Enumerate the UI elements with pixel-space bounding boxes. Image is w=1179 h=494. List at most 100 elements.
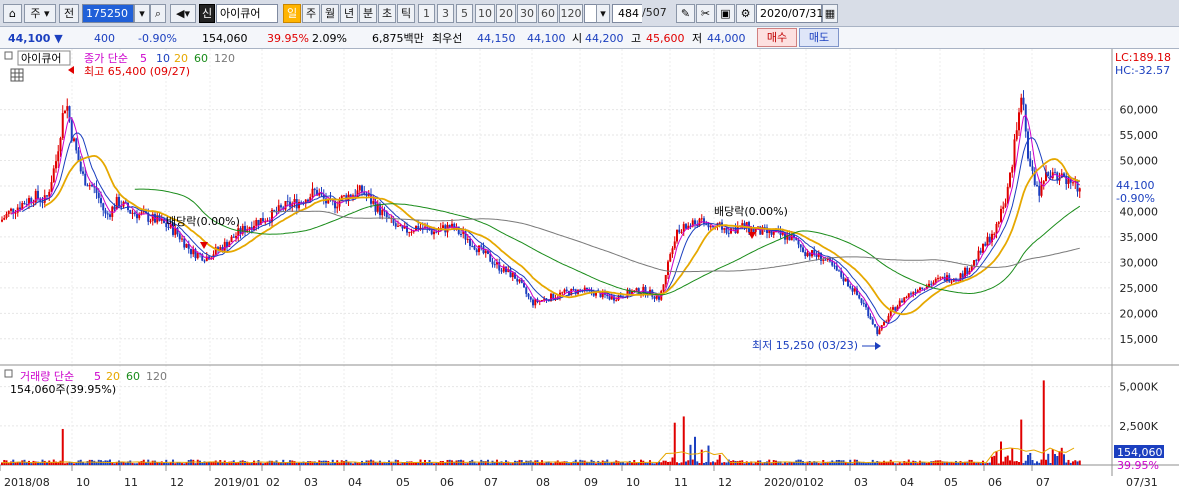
volume-bar: [437, 462, 440, 465]
volume-bar: [781, 463, 784, 465]
tab-tick[interactable]: 틱: [397, 4, 415, 23]
volume-bar: [1047, 453, 1050, 465]
save-icon[interactable]: ▣: [716, 4, 735, 23]
stock-chart[interactable]: 60,00055,00050,00045,00040,00035,00030,0…: [0, 49, 1179, 494]
candle-body: [673, 241, 676, 249]
volume-bar: [948, 462, 951, 465]
volume-bar: [379, 460, 381, 465]
chart-menu-icon[interactable]: ⌂: [3, 4, 22, 23]
volume-bar: [903, 461, 906, 465]
low-label: 저: [692, 32, 703, 45]
tab-month[interactable]: 월: [321, 4, 339, 23]
x-tick-label: 05: [944, 476, 958, 489]
x-tick-label: 2020/01: [764, 476, 810, 489]
tab-minute[interactable]: 분: [359, 4, 377, 23]
candle-body: [500, 270, 503, 272]
volume-bar: [1000, 441, 1002, 465]
tab-year[interactable]: 년: [340, 4, 358, 23]
candle-body: [961, 273, 964, 278]
volume-bar: [714, 462, 717, 465]
tab-second[interactable]: 초: [378, 4, 396, 23]
interval-3[interactable]: 3: [437, 4, 454, 23]
date-input[interactable]: 2020/07/31: [756, 4, 823, 23]
stock-name-field[interactable]: 아이큐어: [216, 4, 278, 23]
tab-day[interactable]: 일: [283, 4, 301, 23]
x-tick-label: 06: [988, 476, 1002, 489]
candle-body: [790, 235, 793, 241]
draw-tool-icon[interactable]: ✎: [676, 4, 695, 23]
count-current-input[interactable]: 484: [612, 4, 642, 23]
interval-5[interactable]: 5: [456, 4, 473, 23]
x-tick-label: 12: [170, 476, 184, 489]
volume-bar: [691, 459, 694, 465]
period-select[interactable]: 주 ▾: [24, 4, 56, 23]
volume-bar: [39, 462, 42, 465]
calendar-icon[interactable]: ▦: [822, 4, 838, 23]
scissors-icon[interactable]: ✂: [696, 4, 715, 23]
interval-60[interactable]: 60: [538, 4, 558, 23]
grid-toggle-icon[interactable]: [10, 68, 24, 82]
candle-body: [635, 288, 638, 291]
price-change: 400: [94, 32, 115, 45]
interval-120[interactable]: 120: [559, 4, 583, 23]
candle-body: [280, 205, 282, 208]
speaker-icon[interactable]: ◀▾: [170, 4, 196, 23]
candle-body: [772, 231, 775, 235]
candle-body: [14, 212, 17, 214]
volume-bar: [761, 463, 764, 465]
volume-bar: [466, 463, 469, 465]
candle-body: [806, 252, 809, 257]
stock-code-input[interactable]: 175250: [82, 4, 134, 23]
period-label: 주: [30, 7, 41, 20]
volume-bar: [802, 461, 804, 465]
interval-10[interactable]: 10: [475, 4, 495, 23]
candle-body: [669, 254, 672, 262]
buy-button[interactable]: 매수: [757, 28, 797, 47]
interval-30[interactable]: 30: [517, 4, 537, 23]
volume-bar: [151, 460, 154, 465]
candle-body: [394, 223, 397, 227]
volume-bar: [559, 462, 561, 465]
jeon-button[interactable]: 전: [59, 4, 79, 23]
volume-bar: [1027, 454, 1029, 465]
interval-20[interactable]: 20: [496, 4, 516, 23]
candle-body: [19, 207, 21, 210]
x-tick-label: 03: [304, 476, 318, 489]
best-quote-label: 최우선: [432, 32, 463, 45]
gear-icon[interactable]: ⚙: [736, 4, 755, 23]
candle-body: [430, 230, 433, 235]
candle-body: [1004, 203, 1007, 207]
volume-bar: [685, 461, 687, 465]
candle-body: [1009, 172, 1011, 187]
volume-bar: [14, 462, 17, 465]
volume-bar: [997, 463, 1000, 465]
candle-body: [491, 261, 494, 265]
volume-bar: [1067, 459, 1070, 465]
tab-week[interactable]: 주: [302, 4, 320, 23]
code-dropdown-icon[interactable]: ▾: [134, 4, 150, 23]
candle-body: [802, 247, 804, 252]
volume-bar: [178, 462, 181, 465]
sell-button[interactable]: 매도: [799, 28, 839, 47]
candle-body: [678, 229, 681, 233]
volume-bar: [889, 459, 892, 465]
volume-bar: [194, 463, 197, 465]
volume-bar: [930, 461, 933, 465]
x-tick-label: 03: [854, 476, 868, 489]
volume-bar: [1009, 460, 1011, 465]
candle-body: [844, 278, 847, 282]
interval-1[interactable]: 1: [418, 4, 435, 23]
last-volume-ratio: 39.95%: [1117, 459, 1159, 472]
legend-ma120: 120: [214, 52, 235, 65]
volume-y-axis: 5,000K 2,500K: [1119, 381, 1158, 433]
volume-bar: [993, 455, 996, 465]
hc-value: HC:-32.57: [1115, 64, 1170, 77]
candle-body: [442, 225, 444, 229]
candle-body: [66, 106, 69, 111]
volume-bar: [664, 460, 667, 465]
volume-bar: [300, 462, 303, 465]
candle-body: [484, 250, 487, 254]
search-icon[interactable]: ⌕: [150, 4, 166, 23]
interval-dropdown-icon[interactable]: ▾: [596, 4, 610, 23]
candle-body: [988, 236, 991, 242]
